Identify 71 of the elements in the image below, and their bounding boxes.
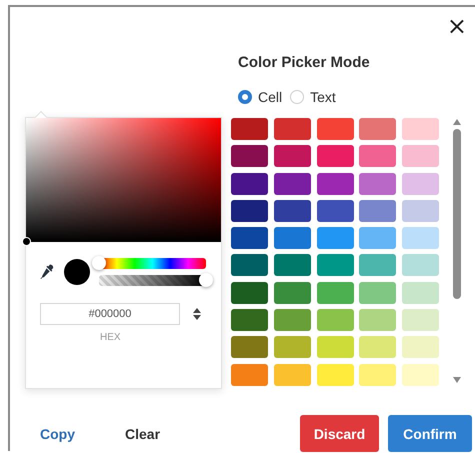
color-swatch[interactable] — [274, 364, 311, 386]
scrollbar-thumb[interactable] — [453, 129, 461, 299]
color-swatch[interactable] — [316, 336, 354, 358]
color-swatch[interactable] — [316, 282, 354, 304]
scroll-down-icon[interactable] — [453, 377, 461, 383]
color-swatch[interactable] — [274, 282, 311, 304]
color-swatch[interactable] — [316, 118, 354, 140]
color-swatch[interactable] — [231, 227, 268, 250]
hue-thumb[interactable] — [92, 256, 106, 270]
color-swatch[interactable] — [274, 254, 311, 276]
color-swatch[interactable] — [274, 145, 311, 168]
color-swatch[interactable] — [402, 118, 439, 140]
gradient-handle[interactable] — [22, 237, 31, 246]
discard-button[interactable]: Discard — [300, 415, 379, 452]
color-swatch[interactable] — [359, 227, 396, 250]
color-swatch[interactable] — [402, 336, 439, 358]
color-swatch[interactable] — [231, 282, 268, 304]
color-swatch[interactable] — [274, 336, 311, 358]
color-swatch[interactable] — [359, 336, 396, 358]
color-swatch[interactable] — [231, 336, 268, 358]
radio-label[interactable]: Text — [310, 89, 336, 105]
color-swatch[interactable] — [316, 309, 354, 332]
color-swatch[interactable] — [402, 364, 439, 386]
color-swatch[interactable] — [359, 118, 396, 140]
color-swatch[interactable] — [402, 254, 439, 276]
format-toggle-icon[interactable] — [193, 308, 201, 320]
color-swatch[interactable] — [316, 227, 354, 250]
color-swatch[interactable] — [274, 227, 311, 250]
color-swatch[interactable] — [231, 309, 268, 332]
color-swatch[interactable] — [231, 172, 268, 195]
color-swatch[interactable] — [359, 145, 396, 168]
color-swatch[interactable] — [359, 364, 396, 386]
color-swatch[interactable] — [359, 309, 396, 332]
color-swatch[interactable] — [316, 172, 354, 195]
color-swatch[interactable] — [231, 145, 268, 168]
color-swatch[interactable] — [316, 254, 354, 276]
scrollbar[interactable] — [452, 117, 462, 385]
color-swatch[interactable] — [402, 172, 439, 195]
hex-label: HEX — [100, 332, 121, 343]
scroll-up-icon[interactable] — [453, 119, 461, 125]
opacity-thumb[interactable] — [199, 273, 213, 287]
color-swatch[interactable] — [316, 145, 354, 168]
confirm-button[interactable]: Confirm — [388, 415, 472, 452]
color-swatch[interactable] — [359, 200, 396, 222]
color-preview — [64, 259, 90, 285]
color-swatch[interactable] — [274, 309, 311, 332]
color-swatch[interactable] — [316, 200, 354, 222]
copy-link[interactable]: Copy — [32, 422, 83, 446]
clear-button[interactable]: Clear — [119, 422, 166, 446]
color-swatch[interactable] — [231, 200, 268, 222]
color-swatch[interactable] — [402, 200, 439, 222]
dialog-title: Color Picker Mode — [238, 54, 370, 71]
radio-button[interactable] — [238, 90, 252, 104]
hex-input-field[interactable]: #000000 — [40, 303, 180, 325]
color-swatch[interactable] — [231, 254, 268, 276]
color-swatch[interactable] — [231, 364, 268, 386]
color-swatch[interactable] — [274, 200, 311, 222]
color-swatch[interactable] — [359, 282, 396, 304]
color-swatch[interactable] — [402, 309, 439, 332]
color-swatch[interactable] — [316, 364, 354, 386]
color-swatch[interactable] — [359, 172, 396, 195]
close-button[interactable]: × — [444, 14, 469, 38]
color-swatch[interactable] — [274, 172, 311, 195]
color-swatch[interactable] — [402, 145, 439, 168]
color-swatch[interactable] — [402, 227, 439, 250]
color-swatch[interactable] — [231, 118, 268, 140]
radio-label[interactable]: Cell — [258, 89, 282, 105]
color-swatch[interactable] — [359, 254, 396, 276]
eyedropper-icon[interactable] — [40, 264, 54, 280]
color-swatch[interactable] — [274, 118, 311, 140]
color-swatch[interactable] — [402, 282, 439, 304]
